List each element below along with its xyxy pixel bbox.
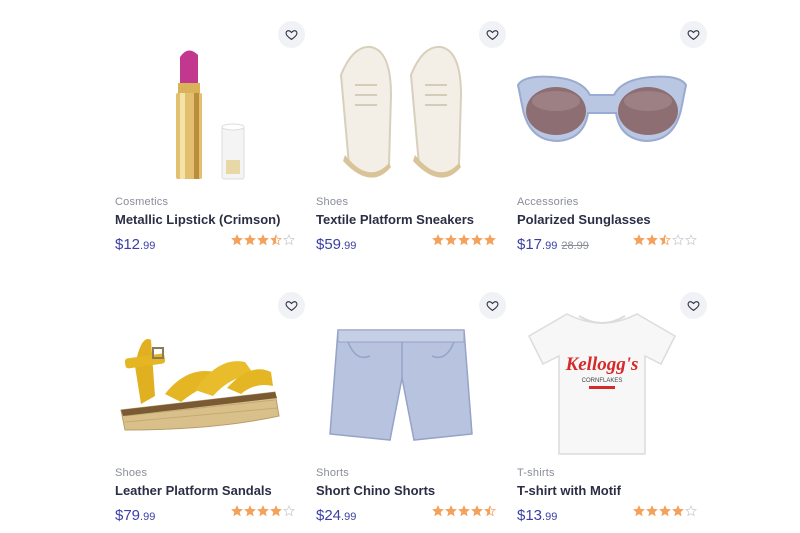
star-icon — [257, 505, 269, 517]
product-price: $24.99 — [316, 507, 357, 524]
sandals-image[interactable] — [105, 291, 295, 471]
star-icon — [231, 234, 243, 246]
product-category: Accessories — [517, 196, 579, 208]
star-icon — [283, 234, 295, 246]
star-icon — [685, 505, 697, 517]
star-icon — [257, 234, 269, 246]
product-price: $79.99 — [115, 507, 156, 524]
product-card[interactable]: Cosmetics Metallic Lipstick (Crimson) $1… — [115, 20, 305, 270]
rating-stars — [231, 505, 295, 517]
lipstick-image[interactable] — [105, 20, 295, 200]
star-icon — [270, 505, 282, 517]
rating-stars — [432, 234, 496, 246]
product-title[interactable]: Short Chino Shorts — [316, 483, 435, 498]
star-icon — [445, 505, 457, 517]
tshirt-print-brand: Kellogg's — [565, 354, 639, 375]
star-icon — [445, 234, 457, 246]
sunglasses-image[interactable] — [507, 20, 697, 200]
star-icon — [685, 234, 697, 246]
heart-icon — [486, 301, 499, 312]
star-icon — [244, 234, 256, 246]
star-icon — [471, 234, 483, 246]
star-icon — [471, 505, 483, 517]
star-icon — [659, 505, 671, 517]
wishlist-button[interactable] — [278, 21, 305, 48]
wishlist-button[interactable] — [278, 292, 305, 319]
star-icon — [633, 505, 645, 517]
star-icon — [270, 234, 282, 246]
product-price: $59.99 — [316, 236, 357, 253]
tshirt-print-line: CORNFLAKES — [582, 378, 623, 384]
heart-icon — [486, 30, 499, 41]
star-icon — [484, 234, 496, 246]
star-icon — [633, 234, 645, 246]
star-icon — [458, 505, 470, 517]
star-icon — [659, 234, 671, 246]
rating-stars — [231, 234, 295, 246]
product-category: T-shirts — [517, 467, 555, 479]
product-category: Shoes — [115, 467, 148, 479]
product-card[interactable]: Shoes Textile Platform Sneakers $59.99 — [316, 20, 506, 270]
product-title[interactable]: T-shirt with Motif — [517, 483, 621, 498]
wishlist-button[interactable] — [479, 292, 506, 319]
shorts-image[interactable] — [306, 291, 496, 471]
product-category: Shoes — [316, 196, 349, 208]
product-price: $13.99 — [517, 507, 558, 524]
rating-stars — [432, 505, 496, 517]
product-title[interactable]: Metallic Lipstick (Crimson) — [115, 212, 280, 227]
product-card[interactable]: Shoes Leather Platform Sandals $79.99 — [115, 291, 305, 533]
star-icon — [283, 505, 295, 517]
heart-icon — [285, 30, 298, 41]
sneakers-image[interactable] — [306, 20, 496, 200]
star-icon — [672, 234, 684, 246]
old-price: 28.99 — [561, 240, 589, 252]
star-icon — [432, 505, 444, 517]
product-category: Shorts — [316, 467, 349, 479]
product-price: $12.99 — [115, 236, 156, 253]
star-icon — [484, 505, 496, 517]
star-icon — [432, 234, 444, 246]
product-title[interactable]: Leather Platform Sandals — [115, 483, 272, 498]
heart-icon — [285, 301, 298, 312]
product-price: $17.99 28.99 — [517, 236, 589, 253]
wishlist-button[interactable] — [680, 292, 707, 319]
product-title[interactable]: Polarized Sunglasses — [517, 212, 651, 227]
rating-stars — [633, 234, 697, 246]
wishlist-button[interactable] — [680, 21, 707, 48]
rating-stars — [633, 505, 697, 517]
product-card[interactable]: Shorts Short Chino Shorts $24.99 — [316, 291, 506, 533]
star-icon — [646, 234, 658, 246]
product-card[interactable]: Accessories Polarized Sunglasses $17.99 2… — [516, 20, 707, 270]
heart-icon — [687, 301, 700, 312]
tshirt-image[interactable]: Kellogg's CORNFLAKES — [507, 291, 697, 471]
star-icon — [458, 234, 470, 246]
product-title[interactable]: Textile Platform Sneakers — [316, 212, 474, 227]
product-card[interactable]: Kellogg's CORNFLAKES T-shirts T-shirt wi… — [517, 291, 707, 533]
star-icon — [231, 505, 243, 517]
star-icon — [672, 505, 684, 517]
star-icon — [646, 505, 658, 517]
product-category: Cosmetics — [115, 196, 169, 208]
star-icon — [244, 505, 256, 517]
wishlist-button[interactable] — [479, 21, 506, 48]
heart-icon — [687, 30, 700, 41]
